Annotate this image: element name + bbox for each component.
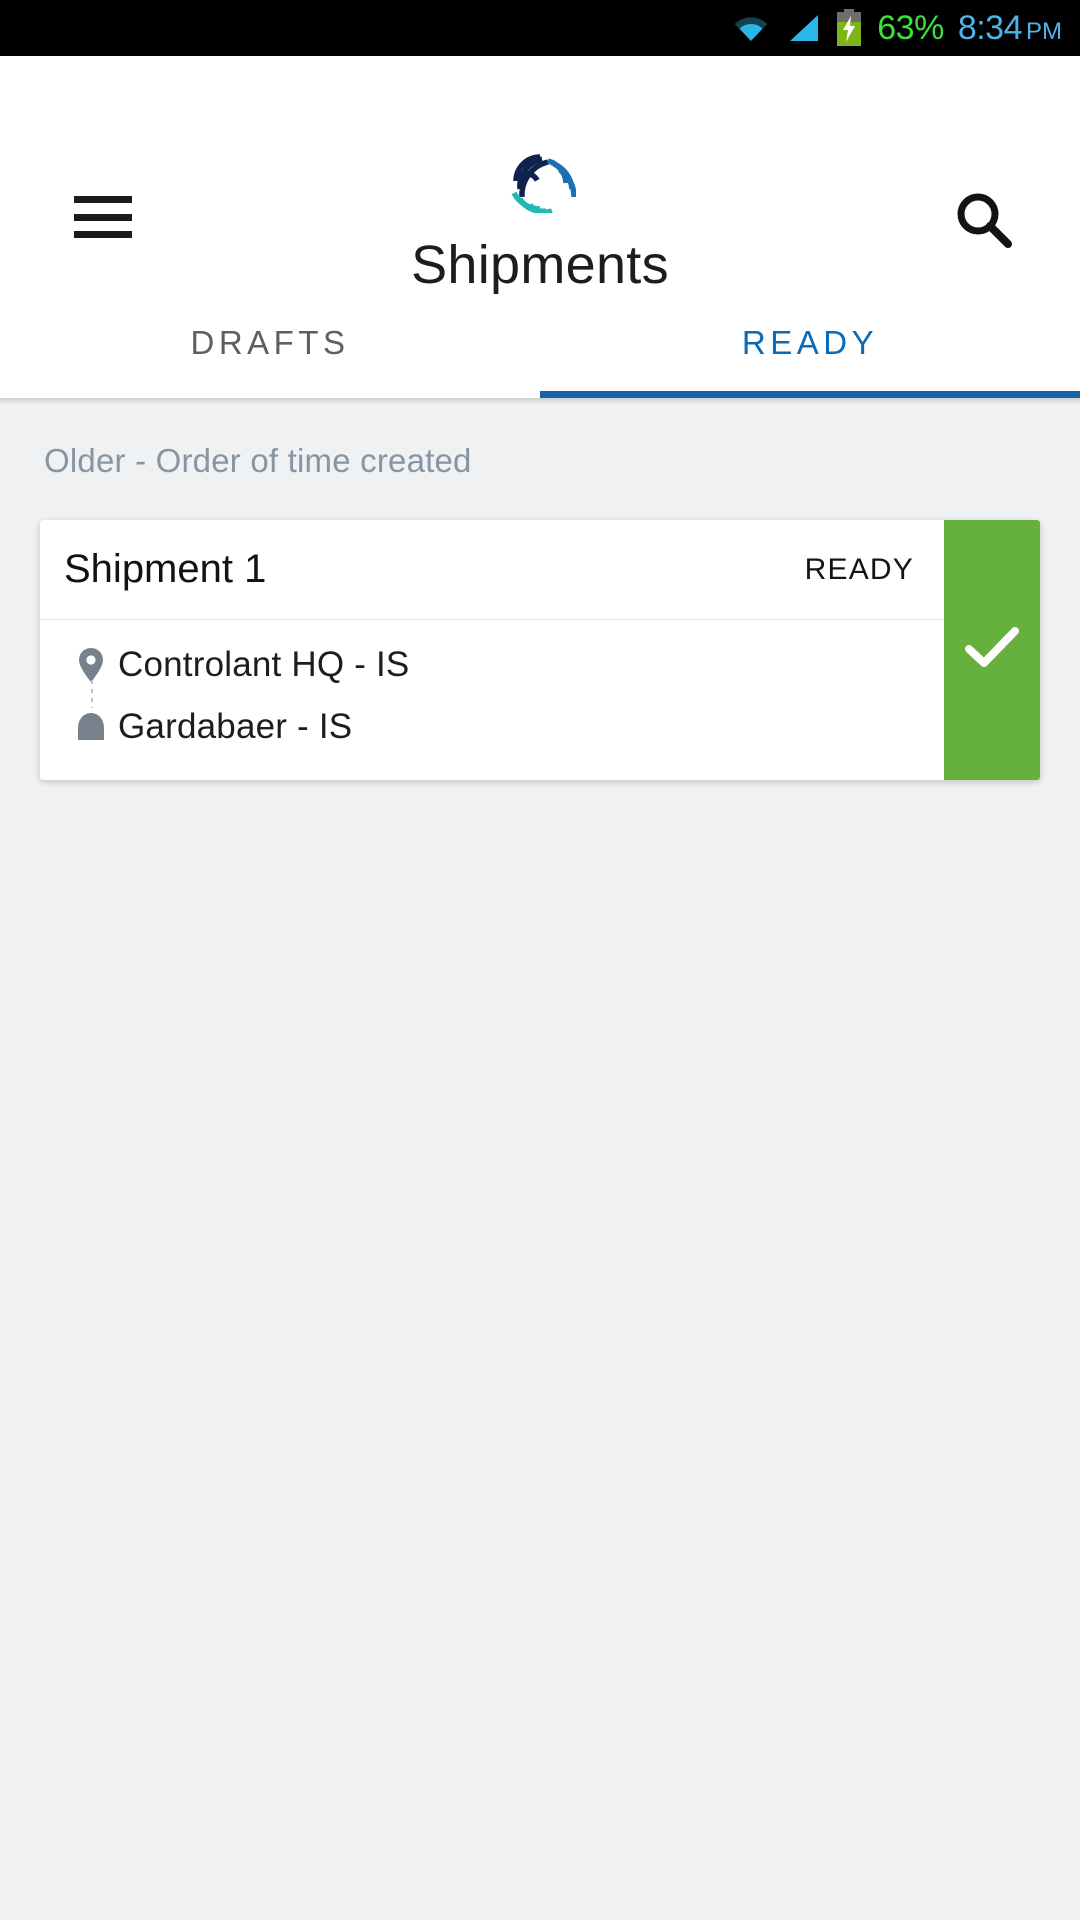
route-connector <box>91 680 93 708</box>
route-origin-row: Controlant HQ - IS <box>40 634 944 696</box>
status-badge: READY <box>804 552 914 586</box>
tab-drafts[interactable]: DRAFTS <box>0 298 540 398</box>
destination-label: Gardabaer - IS <box>118 707 353 746</box>
shipment-ready-check[interactable] <box>944 520 1040 780</box>
hamburger-menu-icon[interactable] <box>74 196 132 238</box>
home-icon <box>64 710 118 744</box>
wifi-icon <box>731 13 771 43</box>
page-title-wrap: Shipments <box>0 234 1080 296</box>
page-title: Shipments <box>411 235 669 295</box>
route-destination-row: Gardabaer - IS <box>40 696 944 758</box>
battery-percent-label: 63% <box>877 8 944 47</box>
clock-ampm: PM <box>1026 17 1062 45</box>
shipment-card-header: Shipment 1 READY <box>40 520 944 620</box>
status-time: 8:34 PM <box>958 9 1062 48</box>
hamburger-bar <box>74 196 132 203</box>
shipment-card-main: Shipment 1 READY Controlant HQ - IS Gard… <box>40 520 944 780</box>
content-area: Older - Order of time created Shipment 1… <box>0 398 1080 1920</box>
signal-icon <box>785 13 821 43</box>
hamburger-bar <box>74 213 132 221</box>
app-bar: Shipments DRAFTS READY <box>0 56 1080 398</box>
controlant-logo-icon <box>504 151 577 215</box>
tab-ready-label: READY <box>741 324 879 361</box>
section-label: Older - Order of time created <box>44 442 472 479</box>
origin-label: Controlant HQ - IS <box>118 645 410 684</box>
tab-bar: DRAFTS READY <box>0 298 1080 398</box>
map-pin-icon <box>64 646 118 684</box>
shipment-route: Controlant HQ - IS Gardabaer - IS <box>40 620 944 780</box>
check-icon <box>964 625 1020 676</box>
shipment-list: Shipment 1 READY Controlant HQ - IS Gard… <box>40 520 1040 780</box>
tab-ready[interactable]: READY <box>540 298 1080 398</box>
battery-charging-icon <box>835 9 863 47</box>
status-bar: 63% 8:34 PM <box>0 0 1080 56</box>
app-screen: 63% 8:34 PM Shipments DRAFTS READY Older… <box>0 0 1080 1920</box>
search-icon[interactable] <box>948 184 1020 256</box>
clock-time: 8:34 <box>957 8 1023 47</box>
shipment-title: Shipment 1 <box>64 547 267 591</box>
tab-drafts-label: DRAFTS <box>190 324 350 361</box>
shipment-card[interactable]: Shipment 1 READY Controlant HQ - IS Gard… <box>40 520 1040 780</box>
